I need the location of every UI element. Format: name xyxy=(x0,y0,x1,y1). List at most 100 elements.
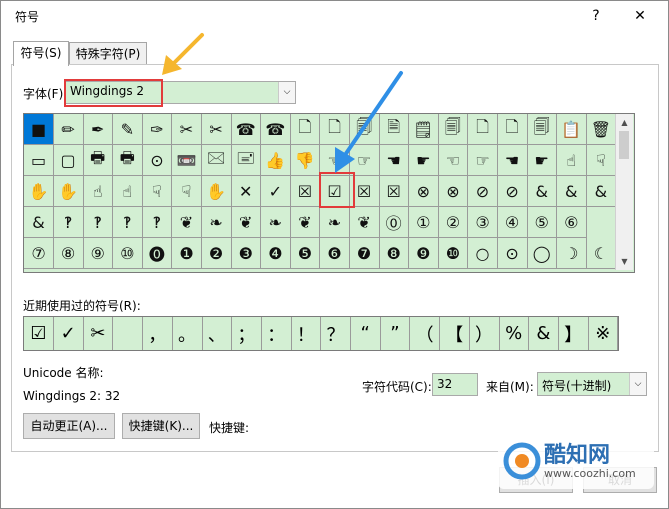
symbol-cell[interactable]: ☟ xyxy=(142,176,173,207)
symbol-cell[interactable]: ✋ xyxy=(24,176,54,207)
symbol-cell[interactable]: ❸ xyxy=(231,238,262,269)
symbol-cell[interactable]: ❧ xyxy=(260,207,291,238)
recent-symbol-cell[interactable]: 【 xyxy=(440,317,470,350)
symbol-cell[interactable]: ✒ xyxy=(83,114,114,145)
symbol-cell[interactable]: ○ xyxy=(468,238,498,269)
symbol-cell[interactable]: ④ xyxy=(497,207,528,238)
symbol-cell[interactable]: ✓ xyxy=(260,176,291,207)
recent-symbol-cell[interactable]: % xyxy=(499,317,530,350)
symbol-cell[interactable]: ▭ xyxy=(24,145,54,176)
symbol-cell[interactable]: ‽ xyxy=(53,207,84,238)
symbol-cell[interactable]: ☜ xyxy=(438,145,469,176)
symbol-cell[interactable]: ⑤ xyxy=(527,207,558,238)
symbol-cell[interactable]: 🗑 xyxy=(586,114,617,145)
recent-symbol-cell[interactable]: ） xyxy=(470,317,500,350)
symbol-cell[interactable]: ✋ xyxy=(201,176,232,207)
symbol-cell[interactable]: ☎ xyxy=(260,114,291,145)
symbol-cell[interactable]: 🖂 xyxy=(201,145,232,176)
recent-symbol-cell[interactable]: ； xyxy=(232,317,262,350)
symbol-cell[interactable]: & xyxy=(527,176,558,207)
symbol-cell[interactable]: ⊗ xyxy=(438,176,469,207)
symbol-cell[interactable]: 🗐 xyxy=(438,114,469,145)
symbol-cell[interactable]: ‽ xyxy=(83,207,114,238)
close-button[interactable]: ✕ xyxy=(627,5,653,27)
from-select[interactable]: 符号(十进制) ⌵ xyxy=(537,372,647,396)
symbol-cell[interactable]: ❧ xyxy=(320,207,350,238)
symbol-cell[interactable]: & xyxy=(586,176,617,207)
symbol-cell[interactable]: & xyxy=(24,207,54,238)
scroll-down-icon[interactable]: ▼ xyxy=(616,253,633,270)
symbol-cell[interactable]: ◯ xyxy=(527,238,558,269)
autocorrect-button[interactable]: 自动更正(A)... xyxy=(23,413,115,439)
symbol-cell[interactable]: ☛ xyxy=(408,145,439,176)
grid-scrollbar[interactable]: ▲ ▼ xyxy=(615,114,633,270)
symbol-cell[interactable]: ❶ xyxy=(172,238,202,269)
recent-symbol-cell[interactable]: ” xyxy=(380,317,411,350)
symbol-cell[interactable]: ⊙ xyxy=(497,238,528,269)
symbol-cell[interactable]: ⑨ xyxy=(83,238,114,269)
symbol-cell[interactable]: ☾ xyxy=(586,238,617,269)
recent-symbol-cell[interactable]: & xyxy=(529,317,559,350)
recent-symbol-cell[interactable]: 、 xyxy=(202,317,233,350)
symbol-cell[interactable]: ✎ xyxy=(112,114,143,145)
symbol-cell[interactable]: 📼 xyxy=(172,145,202,176)
symbol-cell[interactable]: 🗋 xyxy=(468,114,498,145)
recent-symbol-cell[interactable]: 。 xyxy=(173,317,203,350)
recent-symbol-cell[interactable] xyxy=(113,317,144,350)
symbol-cell[interactable]: ✏ xyxy=(53,114,84,145)
symbol-cell[interactable]: 🗋 xyxy=(497,114,528,145)
chevron-down-icon[interactable]: ⌵ xyxy=(278,82,295,103)
symbol-cell[interactable]: ✋ xyxy=(53,176,84,207)
recent-symbol-cell[interactable]: ✂ xyxy=(83,317,114,350)
symbol-cell[interactable]: ✕ xyxy=(231,176,262,207)
help-button[interactable]: ? xyxy=(583,5,609,27)
symbol-cell[interactable]: 🖶 xyxy=(83,145,114,176)
symbol-cell[interactable]: ☚ xyxy=(497,145,528,176)
symbol-cell[interactable]: ‽ xyxy=(142,207,173,238)
shortcut-key-button[interactable]: 快捷键(K)... xyxy=(122,413,200,439)
symbol-cell[interactable]: ☝ xyxy=(112,176,143,207)
symbol-cell[interactable]: ⓿ xyxy=(142,238,173,269)
symbol-cell[interactable]: ⊘ xyxy=(497,176,528,207)
symbol-cell[interactable]: 🖶 xyxy=(112,145,143,176)
symbol-cell[interactable]: 🗐 xyxy=(527,114,558,145)
symbol-cell[interactable]: 📋 xyxy=(556,114,587,145)
symbol-cell[interactable]: ❾ xyxy=(408,238,439,269)
recent-symbol-cell[interactable]: ， xyxy=(143,317,173,350)
symbol-cell[interactable]: ☝ xyxy=(83,176,114,207)
chevron-down-icon[interactable]: ⌵ xyxy=(629,373,646,395)
symbol-cell[interactable]: ⊘ xyxy=(468,176,498,207)
scroll-thumb[interactable] xyxy=(619,131,629,159)
symbol-cell[interactable]: ☟ xyxy=(586,145,617,176)
symbol-cell[interactable]: ☟ xyxy=(172,176,202,207)
recent-symbol-cell[interactable]: ※ xyxy=(588,317,619,350)
symbol-cell[interactable]: ☒ xyxy=(379,176,410,207)
recent-symbol-cell[interactable]: ： xyxy=(262,317,292,350)
symbol-cell[interactable]: ③ xyxy=(468,207,498,238)
symbol-cell[interactable]: ❺ xyxy=(290,238,321,269)
symbol-cell[interactable]: ❦ xyxy=(231,207,262,238)
symbol-cell[interactable]: ❦ xyxy=(172,207,202,238)
recent-symbol-cell[interactable]: ！ xyxy=(291,317,322,350)
symbol-cell[interactable]: ⑥ xyxy=(556,207,587,238)
symbol-cell[interactable]: ▢ xyxy=(53,145,84,176)
symbol-cell[interactable]: ❧ xyxy=(201,207,232,238)
symbol-cell[interactable]: 🗋 xyxy=(290,114,321,145)
tab-special-characters[interactable]: 特殊字符(P) xyxy=(69,42,147,65)
recent-symbol-cell[interactable]: ✓ xyxy=(54,317,84,350)
recent-symbol-cell[interactable]: ？ xyxy=(321,317,351,350)
recent-symbol-cell[interactable]: （ xyxy=(410,317,441,350)
symbol-cell[interactable]: ⑦ xyxy=(24,238,54,269)
tab-symbols[interactable]: 符号(S) xyxy=(13,41,69,66)
symbol-cell[interactable]: ⊙ xyxy=(142,145,173,176)
recent-symbol-cell[interactable]: 】 xyxy=(559,317,589,350)
symbol-cell[interactable]: & xyxy=(556,176,587,207)
symbol-cell[interactable]: ✑ xyxy=(142,114,173,145)
symbol-cell[interactable]: ❦ xyxy=(290,207,321,238)
symbol-cell[interactable]: ☝ xyxy=(556,145,587,176)
symbol-cell[interactable]: ❿ xyxy=(438,238,469,269)
recent-symbol-cell[interactable]: “ xyxy=(351,317,381,350)
symbol-cell[interactable]: ☛ xyxy=(527,145,558,176)
symbol-cell[interactable]: ⑧ xyxy=(53,238,84,269)
symbol-cell[interactable]: ✂ xyxy=(201,114,232,145)
